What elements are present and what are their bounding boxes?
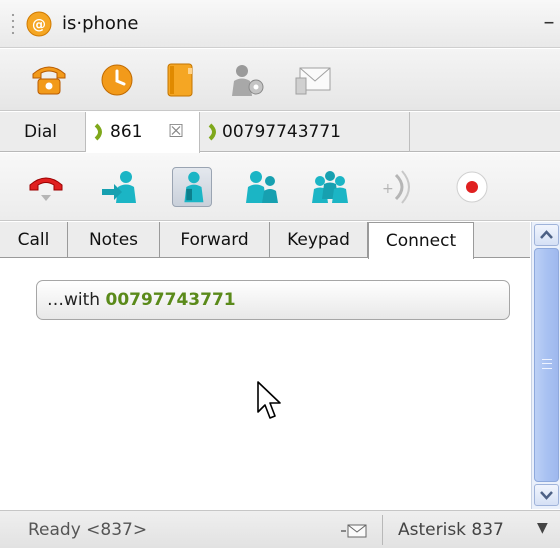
tab-label: 861 <box>110 122 143 142</box>
app-logo-icon: @ <box>26 11 52 37</box>
chevron-down-icon <box>540 491 553 500</box>
connect-panel: …with 00797743771 <box>0 259 530 509</box>
tab-notes[interactable]: Notes <box>68 222 160 258</box>
tab-label: 00797743771 <box>222 122 341 142</box>
svg-text:@: @ <box>32 17 46 33</box>
transfer-icon[interactable] <box>100 167 140 207</box>
status-text: Ready <837> <box>28 520 148 540</box>
mute-icon[interactable]: + <box>378 167 418 207</box>
server-name[interactable]: Asterisk 837 <box>398 520 504 540</box>
clock-icon[interactable] <box>98 62 136 98</box>
scrollbar-thumb[interactable] <box>534 248 559 482</box>
call-tabs: Dial 861 ☒ 00797743771 <box>0 112 560 153</box>
tab-label: Dial <box>24 122 57 142</box>
tab-forward[interactable]: Forward <box>160 222 270 258</box>
hangup-icon[interactable] <box>26 167 66 207</box>
hold-icon <box>184 171 204 203</box>
address-book-icon[interactable] <box>160 62 198 98</box>
close-tab-icon[interactable]: ☒ <box>168 112 184 152</box>
call-action-toolbar: + <box>0 153 560 221</box>
scroll-down-button[interactable] <box>534 484 559 506</box>
forward-icon[interactable] <box>242 167 282 207</box>
connect-prefix: …with <box>47 290 101 310</box>
connect-with-button[interactable]: …with 00797743771 <box>36 280 510 320</box>
status-divider <box>382 515 383 545</box>
chevron-up-icon <box>540 230 553 239</box>
vertical-scrollbar[interactable] <box>531 222 560 509</box>
tab-call-00797743771[interactable]: 00797743771 <box>200 112 410 152</box>
tab-call-861[interactable]: 861 ☒ <box>86 112 200 153</box>
connect-number: 00797743771 <box>105 290 236 310</box>
minimize-button[interactable]: – <box>538 10 560 36</box>
title-bar: @ is·phone – <box>0 0 560 48</box>
tab-dial[interactable]: Dial <box>0 112 86 152</box>
conference-icon[interactable] <box>310 167 350 207</box>
app-title: is·phone <box>62 13 139 34</box>
hold-button[interactable] <box>172 167 212 207</box>
message-icon[interactable] <box>294 62 332 98</box>
chevron-down-icon[interactable]: ▼ <box>537 520 548 536</box>
scroll-up-button[interactable] <box>534 224 559 246</box>
record-icon[interactable] <box>452 167 492 207</box>
tab-keypad[interactable]: Keypad <box>270 222 368 258</box>
call-active-icon <box>94 123 102 141</box>
user-settings-icon[interactable] <box>228 62 266 98</box>
tab-connect[interactable]: Connect <box>368 222 474 259</box>
mouse-pointer-icon <box>257 381 281 419</box>
svg-text:+: + <box>382 181 394 197</box>
phone-icon[interactable] <box>30 62 68 98</box>
status-bar: Ready <837> Asterisk 837 ▼ <box>0 510 560 548</box>
tab-call[interactable]: Call <box>0 222 68 258</box>
message-status-icon[interactable] <box>340 523 368 539</box>
call-detail-tabs: Call Notes Forward Keypad Connect <box>0 222 530 259</box>
drag-grip[interactable] <box>10 12 16 36</box>
call-active-icon <box>208 123 216 141</box>
main-toolbar <box>0 49 560 111</box>
